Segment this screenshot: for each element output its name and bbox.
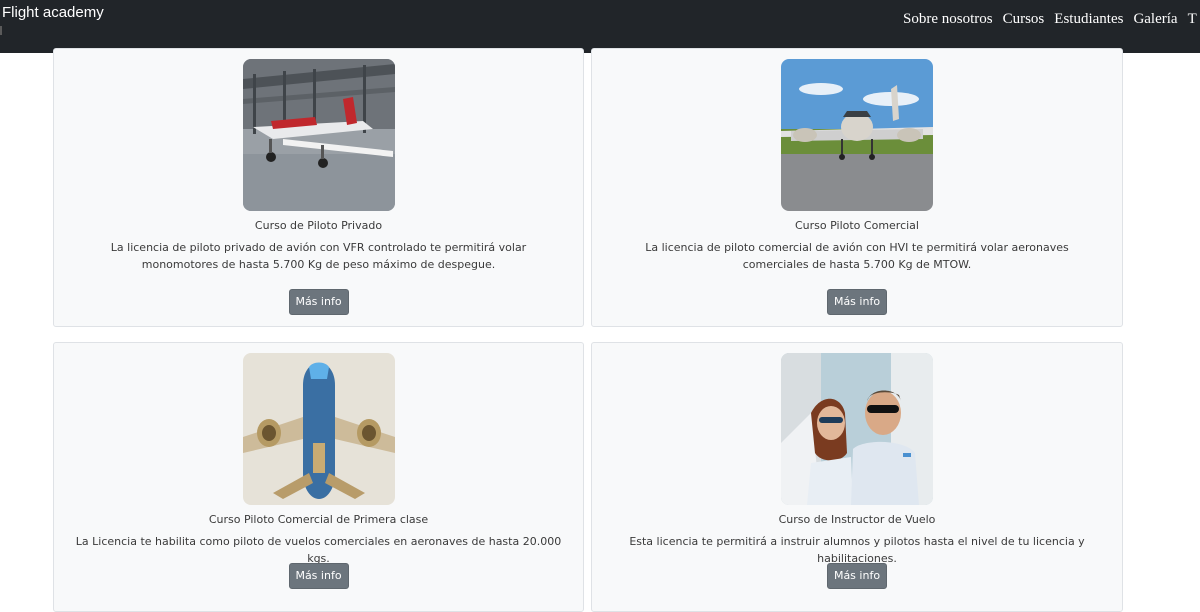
nav-link-sobre-nosotros[interactable]: Sobre nosotros [903,11,993,28]
course-description: La licencia de piloto privado de avión c… [110,241,527,271]
nav-link-galeria[interactable]: Galería [1133,11,1177,28]
course-title: Curso Piloto Comercial de Primera clase [208,513,429,526]
course-image-red-white-plane [242,59,395,211]
nav-link-cursos[interactable]: Cursos [1003,11,1045,28]
main-nav: Sobre nosotros Cursos Estudiantes Galerí… [903,11,1200,28]
twin-plane-picture [781,59,933,211]
course-description: La licencia de piloto comercial de avión… [645,241,1069,271]
brand-mark [0,26,2,35]
mas-info-button-instructor[interactable]: Más info [827,563,887,589]
course-image-twin-engine-plane [781,59,933,211]
jet-airliner-picture [242,353,395,505]
mas-info-button-piloto-comercial[interactable]: Más info [827,289,887,315]
mas-info-button-piloto-privado[interactable]: Más info [288,289,349,315]
course-image-jet-airliner [242,353,395,505]
course-description: Esta licencia te permitirá a instruir al… [629,535,1085,565]
course-title: Curso Piloto Comercial [795,219,919,232]
course-title: Curso de Piloto Privado [254,219,383,232]
nav-link-estudiantes[interactable]: Estudiantes [1054,11,1123,28]
course-card-primera-clase: Curso Piloto Comercial de Primera clase … [53,342,584,612]
nav-link-truncated[interactable]: T [1188,11,1197,28]
pilots-picture [781,353,933,505]
mas-info-button-primera-clase[interactable]: Más info [288,563,349,589]
course-card-piloto-privado: Curso de Piloto Privado La licencia de p… [53,48,584,327]
plane-in-hangar-picture [242,59,395,211]
course-image-two-pilots [781,353,933,505]
course-card-instructor-de-vuelo: Curso de Instructor de Vuelo Esta licenc… [591,342,1123,612]
brand-link[interactable]: Flight academy [2,4,104,21]
course-description: La Licencia te habilita como piloto de v… [75,535,562,565]
top-navbar: Flight academy Sobre nosotros Cursos Est… [0,0,1200,53]
course-title: Curso de Instructor de Vuelo [778,513,936,526]
course-card-piloto-comercial: Curso Piloto Comercial La licencia de pi… [591,48,1123,327]
